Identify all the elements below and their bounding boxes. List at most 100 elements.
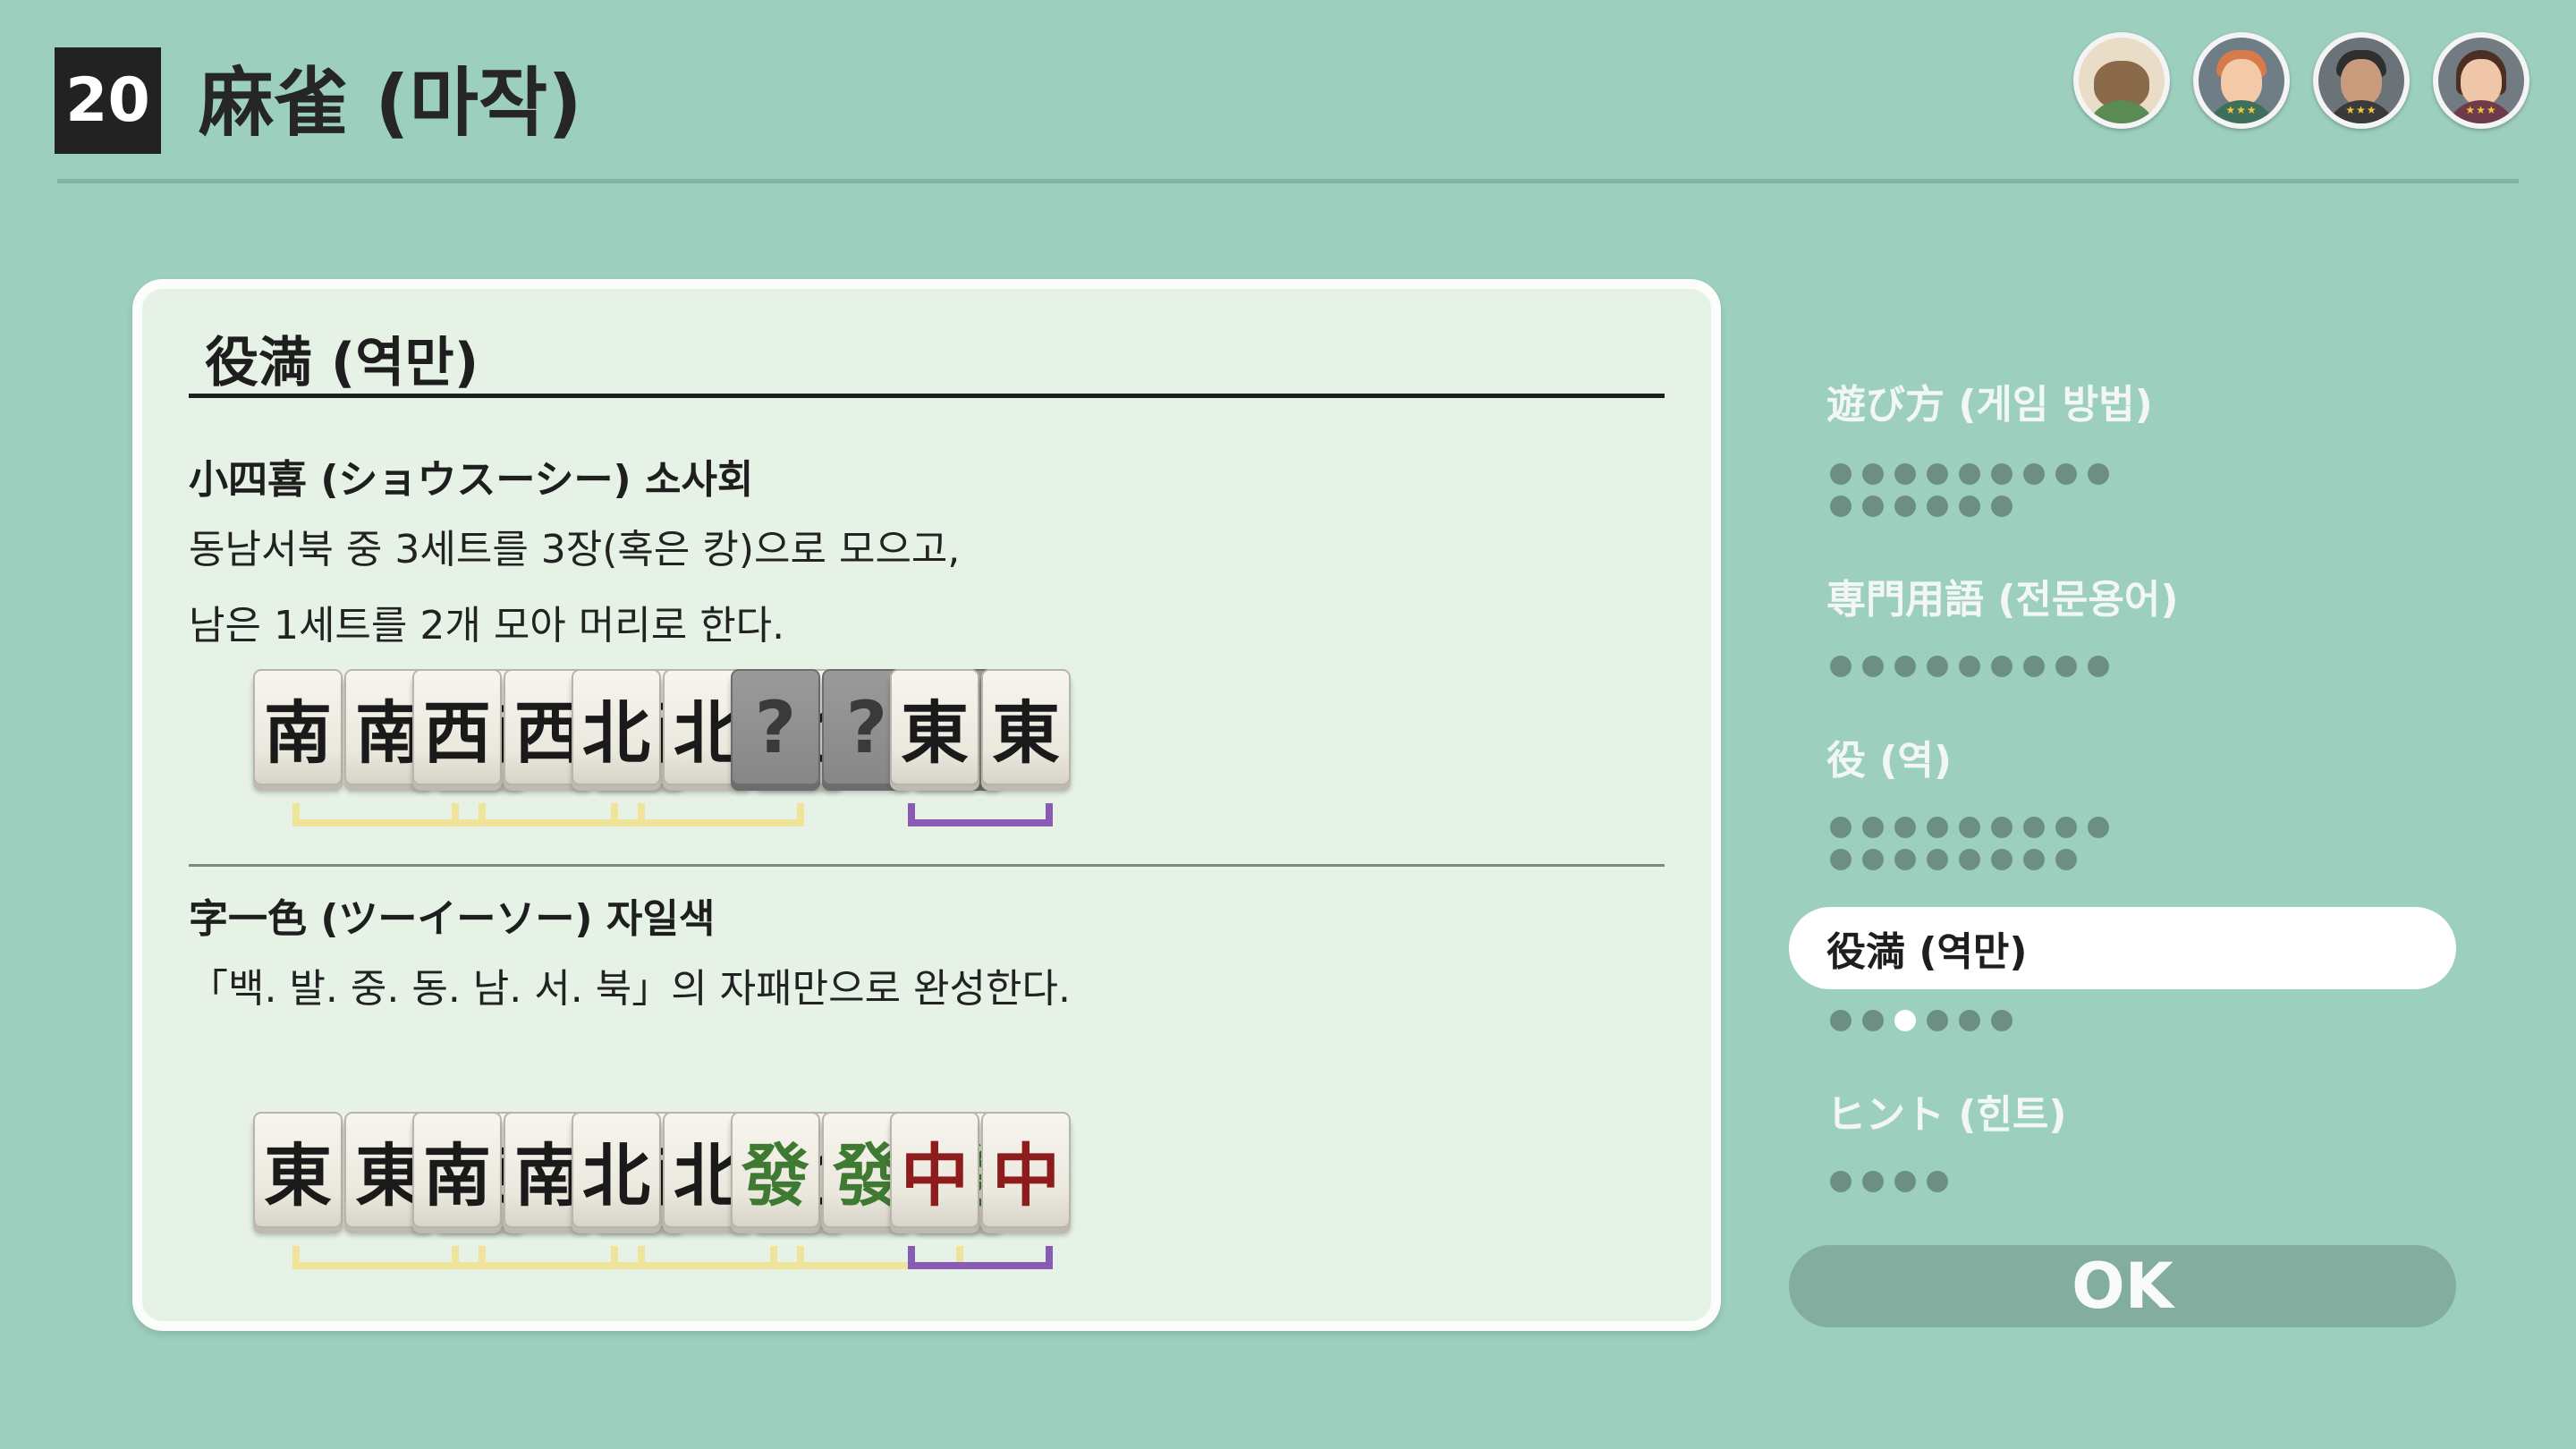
page-dot xyxy=(1959,849,1980,870)
player-avatars: ★★★ ★★★ ★★★ xyxy=(2073,32,2529,129)
player-avatar-4: ★★★ xyxy=(2433,32,2529,129)
pair-bracket xyxy=(908,803,1053,826)
page-dot xyxy=(2055,463,2077,485)
page-dot xyxy=(1862,817,1884,838)
page-dot xyxy=(1862,1171,1884,1192)
page-dot xyxy=(1959,463,1980,485)
menu-item-yakuman[interactable]: 役満 (역만) xyxy=(1789,907,2456,989)
page-dot xyxy=(1991,817,2012,838)
page-dot xyxy=(1862,1010,1884,1031)
page-dots xyxy=(1830,656,2134,688)
page-dot xyxy=(1830,463,1852,485)
page-dot xyxy=(1959,656,1980,677)
page-dot xyxy=(1862,849,1884,870)
mahjong-tile: 中 xyxy=(981,1112,1071,1228)
page-dot xyxy=(2088,463,2109,485)
star-rating-icon: ★★★ xyxy=(2225,104,2258,116)
page-dot xyxy=(1830,1171,1852,1192)
section-divider xyxy=(189,864,1665,867)
page-dot xyxy=(2088,656,2109,677)
mahjong-tile: 東 xyxy=(890,669,979,785)
page-dot xyxy=(1991,463,2012,485)
current-page-dot xyxy=(1894,1010,1916,1031)
star-rating-icon: ★★★ xyxy=(2345,104,2377,116)
yaku-title-shousuushii: 小四喜 (ショウスーシー) 소사회 xyxy=(189,457,754,503)
page-dot xyxy=(1991,496,2012,517)
page-dot xyxy=(2023,817,2045,838)
page-dot xyxy=(1894,1171,1916,1192)
menu-item-terminology[interactable]: 専門用語 (전문용어) xyxy=(1789,555,2456,637)
mahjong-tile: 南 xyxy=(253,669,343,785)
page-dot xyxy=(2023,463,2045,485)
page-dot xyxy=(2023,849,2045,870)
page-dot xyxy=(1830,496,1852,517)
page-dot xyxy=(1927,817,1948,838)
page-dot xyxy=(1894,496,1916,517)
page-dot xyxy=(1862,496,1884,517)
rules-panel: 役満 (역만) 小四喜 (ショウスーシー) 소사회 동남서북 중 3세트를 3장… xyxy=(132,279,1721,1331)
page-dot xyxy=(1830,656,1852,677)
page-dot xyxy=(1959,1010,1980,1031)
page-dot xyxy=(1830,1010,1852,1031)
mahjong-tile: 東 xyxy=(253,1112,343,1228)
panel-title: 役満 (역만) xyxy=(205,332,479,394)
page-dot xyxy=(1927,1010,1948,1031)
page-dot xyxy=(1991,1010,2012,1031)
mahjong-tile: 西 xyxy=(412,669,502,785)
unknown-tile: ? xyxy=(731,669,820,785)
yaku-title-tsuuiisou: 字一色 (ツーイーソー) 자일색 xyxy=(189,896,716,942)
page-dot xyxy=(2055,817,2077,838)
menu-item-how-to-play[interactable]: 遊び方 (게임 방법) xyxy=(1789,360,2456,442)
page-dot xyxy=(1927,496,1948,517)
page-dot xyxy=(2055,849,2077,870)
game-title: 麻雀 (마작) xyxy=(199,59,582,147)
page-dot xyxy=(1894,817,1916,838)
star-rating-icon: ★★★ xyxy=(2465,104,2497,116)
tile-example-row: 南南南西西西北北北???東東 xyxy=(253,669,1702,830)
set-bracket xyxy=(611,803,804,826)
yaku-description-line: 남은 1세트를 2개 모아 머리로 한다. xyxy=(189,603,785,648)
pair-bracket xyxy=(908,1246,1053,1269)
menu-item-hints[interactable]: ヒント (힌트) xyxy=(1789,1070,2456,1152)
ok-button[interactable]: OK xyxy=(1789,1245,2456,1327)
page-dot xyxy=(1894,463,1916,485)
tile-example-row: 東東東南南南北北北發發發中中 xyxy=(253,1112,1702,1273)
page-dot xyxy=(1894,849,1916,870)
page-dots xyxy=(1830,817,2134,881)
mahjong-tile: 東 xyxy=(981,669,1071,785)
page-dots xyxy=(1830,1010,2134,1042)
page-dot xyxy=(2055,656,2077,677)
tile-pair: 東東 xyxy=(890,669,1072,785)
page-dot xyxy=(1959,817,1980,838)
page-dot xyxy=(1862,656,1884,677)
menu-item-yaku[interactable]: 役 (역) xyxy=(1789,716,2456,798)
page-dot xyxy=(1894,656,1916,677)
page-dot xyxy=(1991,656,2012,677)
page-dot xyxy=(1927,463,1948,485)
page-dot xyxy=(1830,817,1852,838)
yaku-description-line: 「백. 발. 중. 동. 남. 서. 북」의 자패만으로 완성한다. xyxy=(189,966,1071,1012)
header-divider xyxy=(57,179,2519,183)
page-dot xyxy=(1927,849,1948,870)
page-dots xyxy=(1830,1171,2134,1203)
page-dots xyxy=(1830,463,2134,528)
mahjong-tile: 北 xyxy=(572,669,661,785)
mahjong-tile: 發 xyxy=(731,1112,820,1228)
page-dot xyxy=(1959,496,1980,517)
game-number: 20 xyxy=(55,47,161,154)
yaku-description-line: 동남서북 중 3세트를 3장(혹은 캉)으로 모으고, xyxy=(189,527,961,572)
tanuki-avatar xyxy=(2073,32,2170,129)
player-avatar-2: ★★★ xyxy=(2193,32,2290,129)
page-dot xyxy=(1991,849,2012,870)
page-dot xyxy=(1862,463,1884,485)
tile-pair: 中中 xyxy=(890,1112,1072,1228)
title-underline xyxy=(189,394,1665,398)
mahjong-tile: 南 xyxy=(412,1112,502,1228)
page-dot xyxy=(1927,1171,1948,1192)
page-dot xyxy=(1830,849,1852,870)
page-dot xyxy=(1927,656,1948,677)
mahjong-tile: 北 xyxy=(572,1112,661,1228)
mahjong-tile: 中 xyxy=(890,1112,979,1228)
page-dot xyxy=(2088,817,2109,838)
page-dot xyxy=(2023,656,2045,677)
